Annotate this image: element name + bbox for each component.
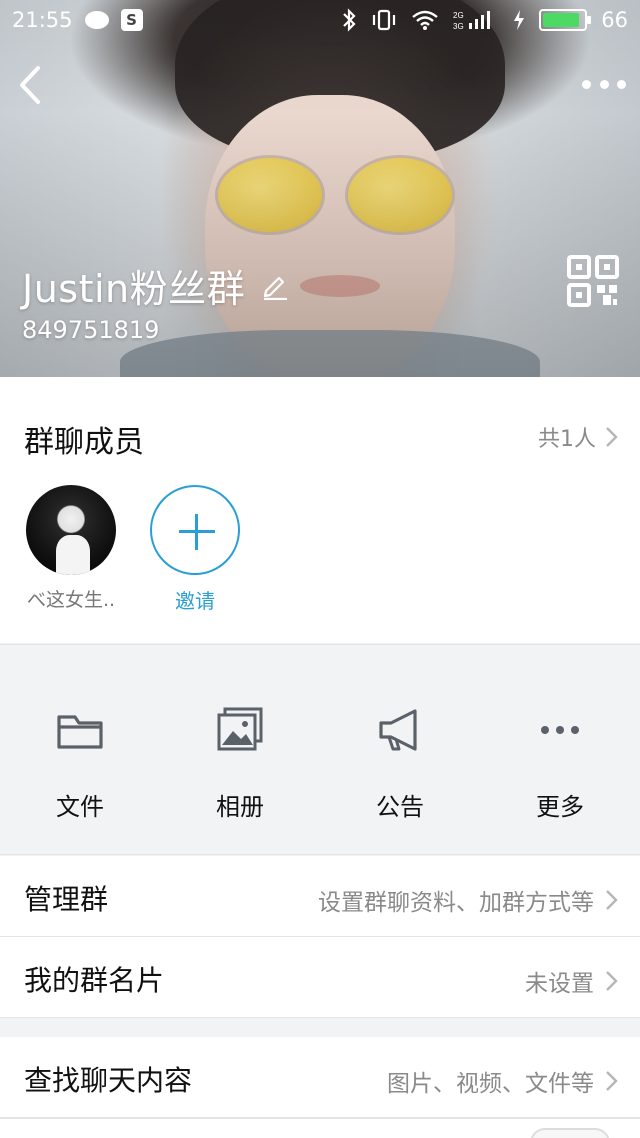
battery-icon: [539, 9, 592, 31]
row-manage-group[interactable]: 管理群 设置群聊资料、加群方式等: [0, 856, 640, 937]
group-name-area[interactable]: Justin粉丝群: [22, 258, 289, 313]
action-album[interactable]: 相册: [160, 705, 320, 822]
more-dot: [617, 79, 626, 89]
avatar: [26, 485, 116, 575]
row-title: 管理群: [24, 883, 109, 916]
more-icon: [541, 726, 579, 734]
status-time: 21:55: [12, 8, 73, 32]
member-name: べ这女生..: [26, 589, 116, 611]
album-icon: [217, 707, 263, 751]
status-bar: 21:55 S 2G 3G 66: [0, 0, 640, 40]
toggle-switch[interactable]: [530, 1128, 610, 1138]
signal-icon: 2G3G: [453, 11, 491, 31]
megaphone-icon: [379, 709, 417, 751]
group-id: 849751819: [22, 316, 160, 344]
member-item[interactable]: べ这女生..: [21, 485, 121, 612]
svg-text:2G: 2G: [453, 11, 464, 20]
row-value: 设置群聊资料、加群方式等: [318, 890, 594, 916]
row-search-chat[interactable]: 查找聊天内容 图片、视频、文件等: [0, 1037, 640, 1118]
qr-code-icon[interactable]: [567, 255, 619, 307]
action-label: 文件: [56, 793, 104, 821]
quick-actions: 文件 相册 公告 更多: [0, 644, 640, 855]
battery-level: 66: [601, 8, 628, 32]
folder-icon: [57, 715, 103, 749]
invite-label: 邀请: [175, 589, 215, 613]
row-my-group-card[interactable]: 我的群名片 未设置: [0, 937, 640, 1018]
chevron-right-icon: [606, 890, 618, 910]
row-value-area: 未设置: [525, 964, 618, 998]
row-title: 我的群名片: [24, 964, 165, 997]
members-section: 群聊成员 共1人 べ这女生.. 邀请: [0, 377, 640, 643]
more-dot: [599, 79, 609, 89]
members-count: 共1人: [538, 427, 596, 452]
wifi-icon: [412, 10, 439, 30]
action-notice[interactable]: 公告: [320, 705, 480, 822]
vibrate-icon: [373, 9, 396, 31]
action-label: 更多: [536, 793, 584, 821]
back-arrow-icon[interactable]: [14, 64, 44, 106]
members-title: 群聊成员: [24, 425, 144, 460]
bluetooth-icon: [343, 8, 356, 32]
svg-text:3G: 3G: [453, 22, 464, 31]
s-app-icon: S: [120, 9, 143, 31]
more-dot: [582, 79, 591, 89]
invite-button[interactable]: 邀请: [145, 485, 245, 614]
pencil-icon[interactable]: [261, 272, 289, 300]
row-value-area: 图片、视频、文件等: [387, 1064, 618, 1098]
charging-icon: [514, 10, 525, 30]
plus-icon: [150, 485, 240, 575]
action-file[interactable]: 文件: [0, 705, 160, 822]
row-value: 图片、视频、文件等: [387, 1071, 594, 1097]
action-more[interactable]: 更多: [480, 705, 640, 822]
action-label: 公告: [376, 793, 424, 821]
group-name: Justin粉丝群: [22, 267, 246, 311]
section-gap: [0, 1018, 640, 1037]
chevron-right-icon: [606, 427, 618, 447]
more-dots-icon[interactable]: [582, 70, 626, 98]
chat-icon: [84, 11, 109, 29]
row-title: 查找聊天内容: [24, 1064, 193, 1097]
chevron-right-icon: [606, 971, 618, 991]
chevron-right-icon: [606, 1071, 618, 1091]
row-value: 未设置: [525, 971, 594, 997]
action-label: 相册: [216, 793, 264, 821]
row-value-area: 设置群聊资料、加群方式等: [318, 883, 618, 917]
members-count-link[interactable]: 共1人: [538, 421, 618, 453]
